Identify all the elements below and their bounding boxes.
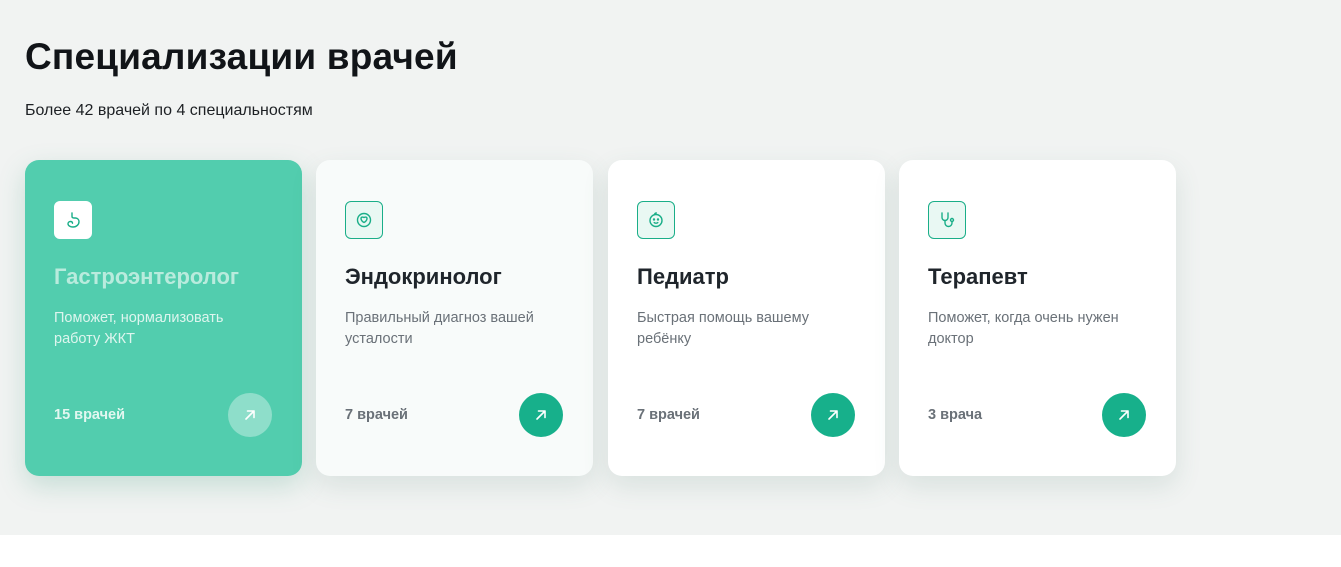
card-description: Правильный диагноз вашей усталости	[345, 310, 534, 347]
arrow-up-right-icon	[245, 410, 255, 420]
doctor-count: 7 врачей	[637, 407, 700, 423]
doctor-count: 7 врачей	[345, 407, 408, 423]
arrow-up-right-icon	[828, 410, 838, 420]
arrow-up-right-icon	[1119, 410, 1129, 420]
card-therapist[interactable]: Терапевт Поможет, когда очень нужен докт…	[899, 160, 1176, 476]
card-title: Гастроэнтеролог	[54, 264, 240, 289]
card-description: Быстрая помощь вашему ребёнку	[637, 310, 809, 347]
stethoscope-icon	[928, 201, 966, 239]
card-gastroenterologist[interactable]: Гастроэнтеролог Поможет, нормализовать р…	[25, 160, 302, 476]
thyroid-icon	[345, 201, 383, 239]
page-title: Специализации врачей	[25, 36, 458, 77]
specializations-section: Специализации врачей Более 42 врачей по …	[0, 0, 1341, 535]
card-title: Эндокринолог	[345, 264, 502, 289]
page-subtitle: Более 42 врачей по 4 специальностям	[25, 102, 313, 119]
open-card-button[interactable]	[228, 393, 272, 437]
card-title: Терапевт	[928, 264, 1028, 289]
baby-face-icon	[637, 201, 675, 239]
card-pediatrician[interactable]: Педиатр Быстрая помощь вашему ребёнку 7 …	[608, 160, 885, 476]
card-description: Поможет, когда очень нужен доктор	[928, 310, 1119, 347]
arrow-up-right-icon	[536, 410, 546, 420]
open-card-button[interactable]	[519, 393, 563, 437]
doctor-count: 3 врача	[928, 407, 983, 423]
stomach-icon	[54, 201, 92, 239]
doctor-count: 15 врачей	[54, 407, 126, 423]
card-endocrinologist[interactable]: Эндокринолог Правильный диагноз вашей ус…	[316, 160, 593, 476]
card-title: Педиатр	[637, 264, 729, 289]
card-description: Поможет, нормализовать работу ЖКТ	[54, 310, 224, 347]
open-card-button[interactable]	[1102, 393, 1146, 437]
open-card-button[interactable]	[811, 393, 855, 437]
